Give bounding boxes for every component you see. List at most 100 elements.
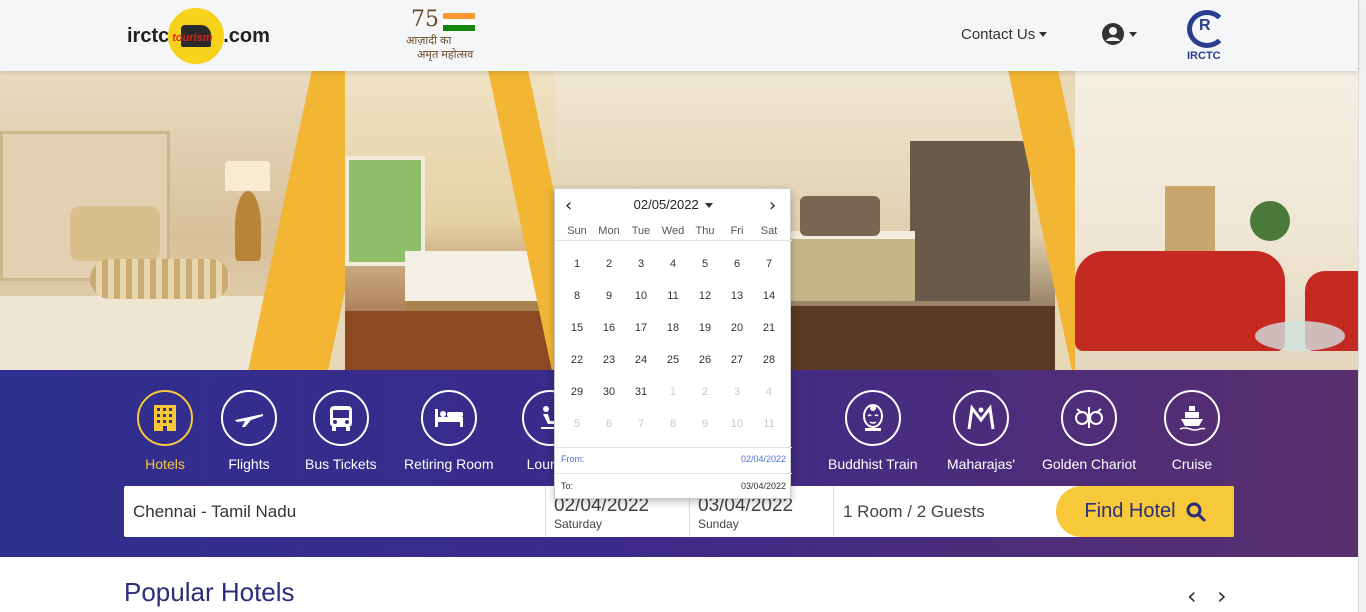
category-cruise[interactable]: Cruise <box>1164 390 1220 472</box>
calendar-day[interactable]: 4 <box>657 252 689 276</box>
rooms-guests-selector[interactable]: 1 Room / 2 Guests <box>843 486 985 537</box>
calendar-day[interactable]: 31 <box>625 380 657 404</box>
find-hotel-button[interactable]: Find Hotel <box>1056 486 1234 537</box>
month-selector[interactable]: 02/05/2022 <box>555 197 792 212</box>
calendar-day[interactable]: 8 <box>561 284 593 308</box>
calendar-day[interactable]: 10 <box>625 284 657 308</box>
carousel-prev-chevron-icon[interactable]: ‹ <box>1187 582 1197 610</box>
calendar-day-other-month[interactable]: 10 <box>721 412 753 436</box>
find-hotel-label: Find Hotel <box>1084 500 1176 522</box>
calendar-day-other-month[interactable]: 8 <box>657 412 689 436</box>
category-bus-tickets[interactable]: Bus Tickets <box>305 390 377 472</box>
calendar-day[interactable]: 30 <box>593 380 625 404</box>
category-hotels[interactable]: Hotels <box>137 390 193 472</box>
indian-flag-icon <box>443 13 475 31</box>
calendar-day[interactable]: 1 <box>561 252 593 276</box>
calendar-day[interactable]: 6 <box>721 252 753 276</box>
calendar-day[interactable]: 21 <box>753 316 785 340</box>
calendar-day-other-month[interactable]: 3 <box>721 380 753 404</box>
category-retiring-room[interactable]: Retiring Room <box>404 390 493 472</box>
maharajas-logo-icon <box>953 390 1010 446</box>
calendar-day[interactable]: 17 <box>625 316 657 340</box>
weekday-header: Wed <box>661 225 685 237</box>
calendar-day[interactable]: 28 <box>753 348 785 372</box>
category-label: Flights <box>228 456 270 472</box>
building-icon <box>137 390 193 446</box>
calendar-day[interactable]: 25 <box>657 348 689 372</box>
ship-icon <box>1164 390 1220 446</box>
weekday-header: Sun <box>567 225 587 237</box>
calendar-day[interactable]: 16 <box>593 316 625 340</box>
calendar-day-other-month[interactable]: 11 <box>753 412 785 436</box>
calendar-day[interactable]: 7 <box>753 252 785 276</box>
category-golden-chariot[interactable]: Golden Chariot <box>1042 390 1136 472</box>
azadi-logo-line1: आज़ादी का <box>406 35 452 47</box>
logo-text-right: .com <box>223 24 270 47</box>
airplane-icon <box>221 390 277 446</box>
irctc-logo[interactable]: R IRCTC <box>1185 8 1231 64</box>
calendar-day[interactable]: 13 <box>721 284 753 308</box>
calendar-day[interactable]: 18 <box>657 316 689 340</box>
calendar-day-other-month[interactable]: 9 <box>689 412 721 436</box>
caret-down-icon <box>1039 32 1048 37</box>
calendar-day[interactable]: 20 <box>721 316 753 340</box>
category-flights[interactable]: Flights <box>221 390 277 472</box>
checkin-date-field[interactable]: 02/04/2022 <box>554 496 649 515</box>
weekday-header: Fri <box>730 225 744 237</box>
next-month-chevron-icon[interactable]: › <box>769 195 776 216</box>
category-label: Golden Chariot <box>1042 456 1137 472</box>
page-scrollbar[interactable] <box>1358 0 1366 612</box>
calendar-day[interactable]: 22 <box>561 348 593 372</box>
calendar-day[interactable]: 9 <box>593 284 625 308</box>
carousel-next-chevron-icon[interactable]: › <box>1217 582 1227 610</box>
irctc-logo-mark: R <box>1199 17 1211 34</box>
calendar-day[interactable]: 26 <box>689 348 721 372</box>
calendar-day-other-month[interactable]: 5 <box>561 412 593 436</box>
calendar-day[interactable]: 2 <box>593 252 625 276</box>
calendar-day-other-month[interactable]: 6 <box>593 412 625 436</box>
category-maharajas[interactable]: Maharajas' <box>947 390 1015 472</box>
bed-icon <box>420 390 477 446</box>
calendar-day-other-month[interactable]: 4 <box>753 380 785 404</box>
to-date-row: To: 03/04/2022 <box>555 474 792 499</box>
irctc-logo-text: IRCTC <box>1187 50 1221 62</box>
top-header: irctc tourism .com 75 आज़ादी का अमृत महो… <box>0 0 1358 71</box>
calendar-day[interactable]: 29 <box>561 380 593 404</box>
from-label: From: <box>561 454 585 464</box>
azadi-logo-number: 75 <box>411 7 439 32</box>
calendar-day[interactable]: 3 <box>625 252 657 276</box>
month-label: 02/05/2022 <box>633 197 699 212</box>
user-account-dropdown[interactable] <box>1101 22 1137 46</box>
caret-down-icon <box>705 203 714 209</box>
calendar-day[interactable]: 12 <box>689 284 721 308</box>
category-label: Retiring Room <box>404 456 494 472</box>
calendar-day[interactable]: 24 <box>625 348 657 372</box>
calendar-day-other-month[interactable]: 2 <box>689 380 721 404</box>
calendar-day[interactable]: 5 <box>689 252 721 276</box>
contact-us-dropdown[interactable]: Contact Us <box>961 26 1048 43</box>
calendar-day[interactable]: 27 <box>721 348 753 372</box>
irctc-tourism-logo[interactable]: irctc tourism .com <box>127 8 270 64</box>
weekday-header: Mon <box>598 225 620 237</box>
category-label: Cruise <box>1171 456 1213 472</box>
golden-chariot-icon <box>1061 390 1118 446</box>
logo-badge-icon: tourism <box>168 8 225 64</box>
destination-input[interactable]: Chennai - Tamil Nadu <box>133 486 296 537</box>
calendar-day[interactable]: 23 <box>593 348 625 372</box>
weekday-header: Sat <box>760 225 778 237</box>
calendar-day-other-month[interactable]: 7 <box>625 412 657 436</box>
category-label: Maharajas' <box>947 456 1016 472</box>
calendar-day[interactable]: 19 <box>689 316 721 340</box>
calendar-day-other-month[interactable]: 1 <box>657 380 689 404</box>
divider <box>545 486 546 537</box>
calendar-day[interactable]: 14 <box>753 284 785 308</box>
category-buddhist-train[interactable]: Buddhist Train <box>828 390 918 472</box>
from-value: 02/04/2022 <box>740 454 786 464</box>
checkout-date-field[interactable]: 03/04/2022 <box>698 496 793 515</box>
from-date-row: From: 02/04/2022 <box>555 447 792 472</box>
calendar-day[interactable]: 15 <box>561 316 593 340</box>
contact-us-label: Contact Us <box>961 26 1036 43</box>
calendar-day[interactable]: 11 <box>657 284 689 308</box>
logo-badge-text: tourism <box>172 32 213 44</box>
logo-text-left: irctc <box>127 24 170 47</box>
